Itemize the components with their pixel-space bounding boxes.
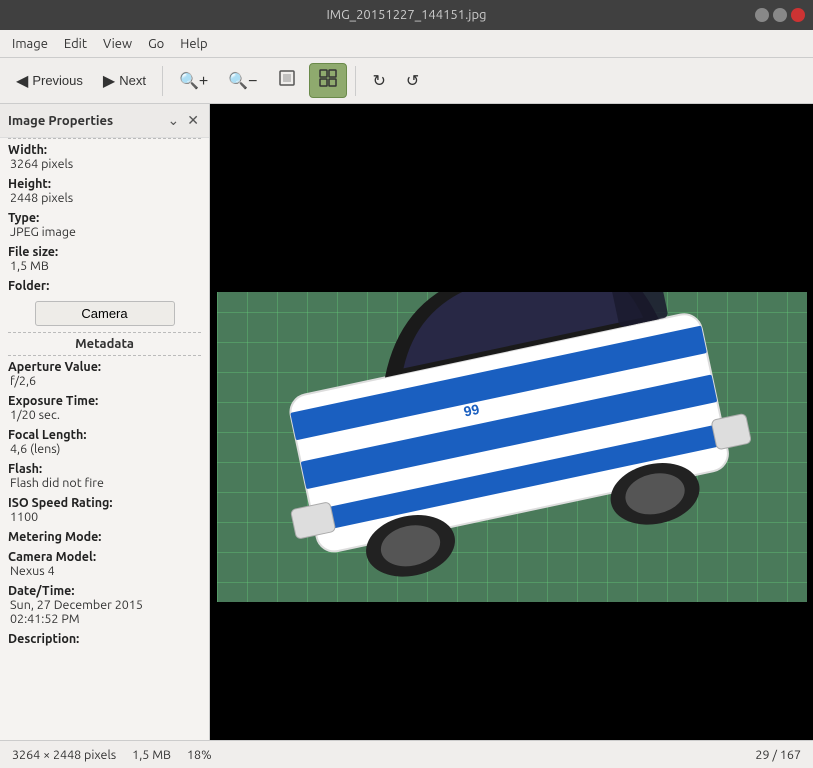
image-area[interactable]: 99	[210, 104, 813, 740]
prop-desc: Description:	[0, 628, 209, 648]
folder-label: Folder:	[8, 279, 201, 293]
maximize-button[interactable]	[773, 8, 787, 22]
bottom-bar	[217, 602, 807, 652]
sidebar-header-icons: ⌄ ✕	[166, 110, 201, 131]
window-controls	[755, 8, 805, 22]
prev-button[interactable]: ◀ Previous	[8, 67, 91, 95]
menu-help[interactable]: Help	[172, 34, 215, 54]
sidebar-collapse-icon[interactable]: ⌄	[166, 110, 182, 131]
prop-iso: ISO Speed Rating: 1100	[0, 492, 209, 526]
prop-folder: Folder:	[0, 275, 209, 295]
zoom-100-button[interactable]	[309, 63, 347, 98]
aperture-label: Aperture Value:	[8, 360, 201, 374]
sidebar-title: Image Properties	[8, 114, 113, 128]
prop-type: Type: JPEG image	[0, 207, 209, 241]
focal-value: 4,6 (lens)	[8, 442, 201, 456]
prop-flash: Flash: Flash did not fire	[0, 458, 209, 492]
next-button[interactable]: ▶ Next	[95, 67, 154, 95]
height-value: 2448 pixels	[8, 191, 201, 205]
type-label: Type:	[8, 211, 201, 225]
sidebar-header: Image Properties ⌄ ✕	[0, 104, 209, 138]
menu-view[interactable]: View	[95, 34, 140, 54]
statusbar-zoom: 18%	[187, 748, 212, 762]
zoom-fit-button[interactable]	[269, 64, 305, 97]
rotate-right-icon: ↺	[406, 71, 419, 91]
top-bar	[217, 192, 807, 292]
iso-value: 1100	[8, 510, 201, 524]
window-title: IMG_20151227_144151.jpg	[326, 8, 486, 22]
statusbar: 3264 × 2448 pixels 1,5 MB 18% 29 / 167	[0, 740, 813, 768]
datetime-value: Sun, 27 December 2015	[8, 598, 201, 612]
rotate-left-button[interactable]: ↻	[364, 67, 393, 95]
photo-display: 99	[217, 192, 807, 652]
menu-edit[interactable]: Edit	[56, 34, 95, 54]
next-label: Next	[119, 73, 146, 88]
main-area: Image Properties ⌄ ✕ Width: 3264 pixels …	[0, 104, 813, 740]
iso-label: ISO Speed Rating:	[8, 496, 201, 510]
width-label: Width:	[8, 143, 201, 157]
flash-label: Flash:	[8, 462, 201, 476]
prop-datetime: Date/Time: Sun, 27 December 2015 02:41:5…	[0, 580, 209, 628]
prop-exposure: Exposure Time: 1/20 sec.	[0, 390, 209, 424]
prop-camera: Camera Model: Nexus 4	[0, 546, 209, 580]
metering-label: Metering Mode:	[8, 530, 201, 544]
menu-go[interactable]: Go	[140, 34, 172, 54]
statusbar-page-info: 29 / 167	[755, 748, 801, 762]
titlebar: IMG_20151227_144151.jpg	[0, 0, 813, 30]
desc-label: Description:	[8, 632, 201, 646]
prop-height: Height: 2448 pixels	[0, 173, 209, 207]
flash-value: Flash did not fire	[8, 476, 201, 490]
camera-value: Nexus 4	[8, 564, 201, 578]
close-button[interactable]	[791, 8, 805, 22]
menu-image[interactable]: Image	[4, 34, 56, 54]
filesize-label: File size:	[8, 245, 201, 259]
zoom-out-icon: 🔍−	[228, 71, 257, 91]
prop-focal: Focal Length: 4,6 (lens)	[0, 424, 209, 458]
prop-filesize: File size: 1,5 MB	[0, 241, 209, 275]
height-label: Height:	[8, 177, 201, 191]
sidebar-close-icon[interactable]: ✕	[185, 110, 201, 131]
statusbar-dimensions: 3264 × 2448 pixels	[12, 748, 116, 762]
filesize-value: 1,5 MB	[8, 259, 201, 273]
metadata-header: Metadata	[0, 333, 209, 355]
rotate-right-button[interactable]: ↺	[398, 67, 427, 95]
minimize-button[interactable]	[755, 8, 769, 22]
width-value: 3264 pixels	[8, 157, 201, 171]
datetime-value2: 02:41:52 PM	[8, 612, 201, 626]
zoom-in-icon: 🔍+	[179, 71, 208, 91]
camera-label: Camera Model:	[8, 550, 201, 564]
toolbar: ◀ Previous ▶ Next 🔍+ 🔍− ↻	[0, 58, 813, 104]
zoom-100-icon	[318, 68, 338, 93]
prop-width: Width: 3264 pixels	[0, 139, 209, 173]
prev-arrow-icon: ◀	[16, 71, 28, 91]
exposure-value: 1/20 sec.	[8, 408, 201, 422]
toolbar-separator-2	[355, 66, 356, 96]
folder-button[interactable]: Camera	[35, 301, 175, 326]
zoom-out-button[interactable]: 🔍−	[220, 67, 265, 95]
toolbar-separator-1	[162, 66, 163, 96]
datetime-label: Date/Time:	[8, 584, 201, 598]
prop-aperture: Aperture Value: f/2,6	[0, 356, 209, 390]
zoom-fit-icon	[277, 68, 297, 93]
prop-metering: Metering Mode:	[0, 526, 209, 546]
statusbar-filesize: 1,5 MB	[132, 748, 171, 762]
rotate-left-icon: ↻	[372, 71, 385, 91]
statusbar-left: 3264 × 2448 pixels 1,5 MB 18%	[12, 748, 212, 762]
next-arrow-icon: ▶	[103, 71, 115, 91]
zoom-in-button[interactable]: 🔍+	[171, 67, 216, 95]
focal-label: Focal Length:	[8, 428, 201, 442]
sidebar: Image Properties ⌄ ✕ Width: 3264 pixels …	[0, 104, 210, 740]
menubar: Image Edit View Go Help	[0, 30, 813, 58]
exposure-label: Exposure Time:	[8, 394, 201, 408]
aperture-value: f/2,6	[8, 374, 201, 388]
type-value: JPEG image	[8, 225, 201, 239]
prev-label: Previous	[32, 73, 83, 88]
